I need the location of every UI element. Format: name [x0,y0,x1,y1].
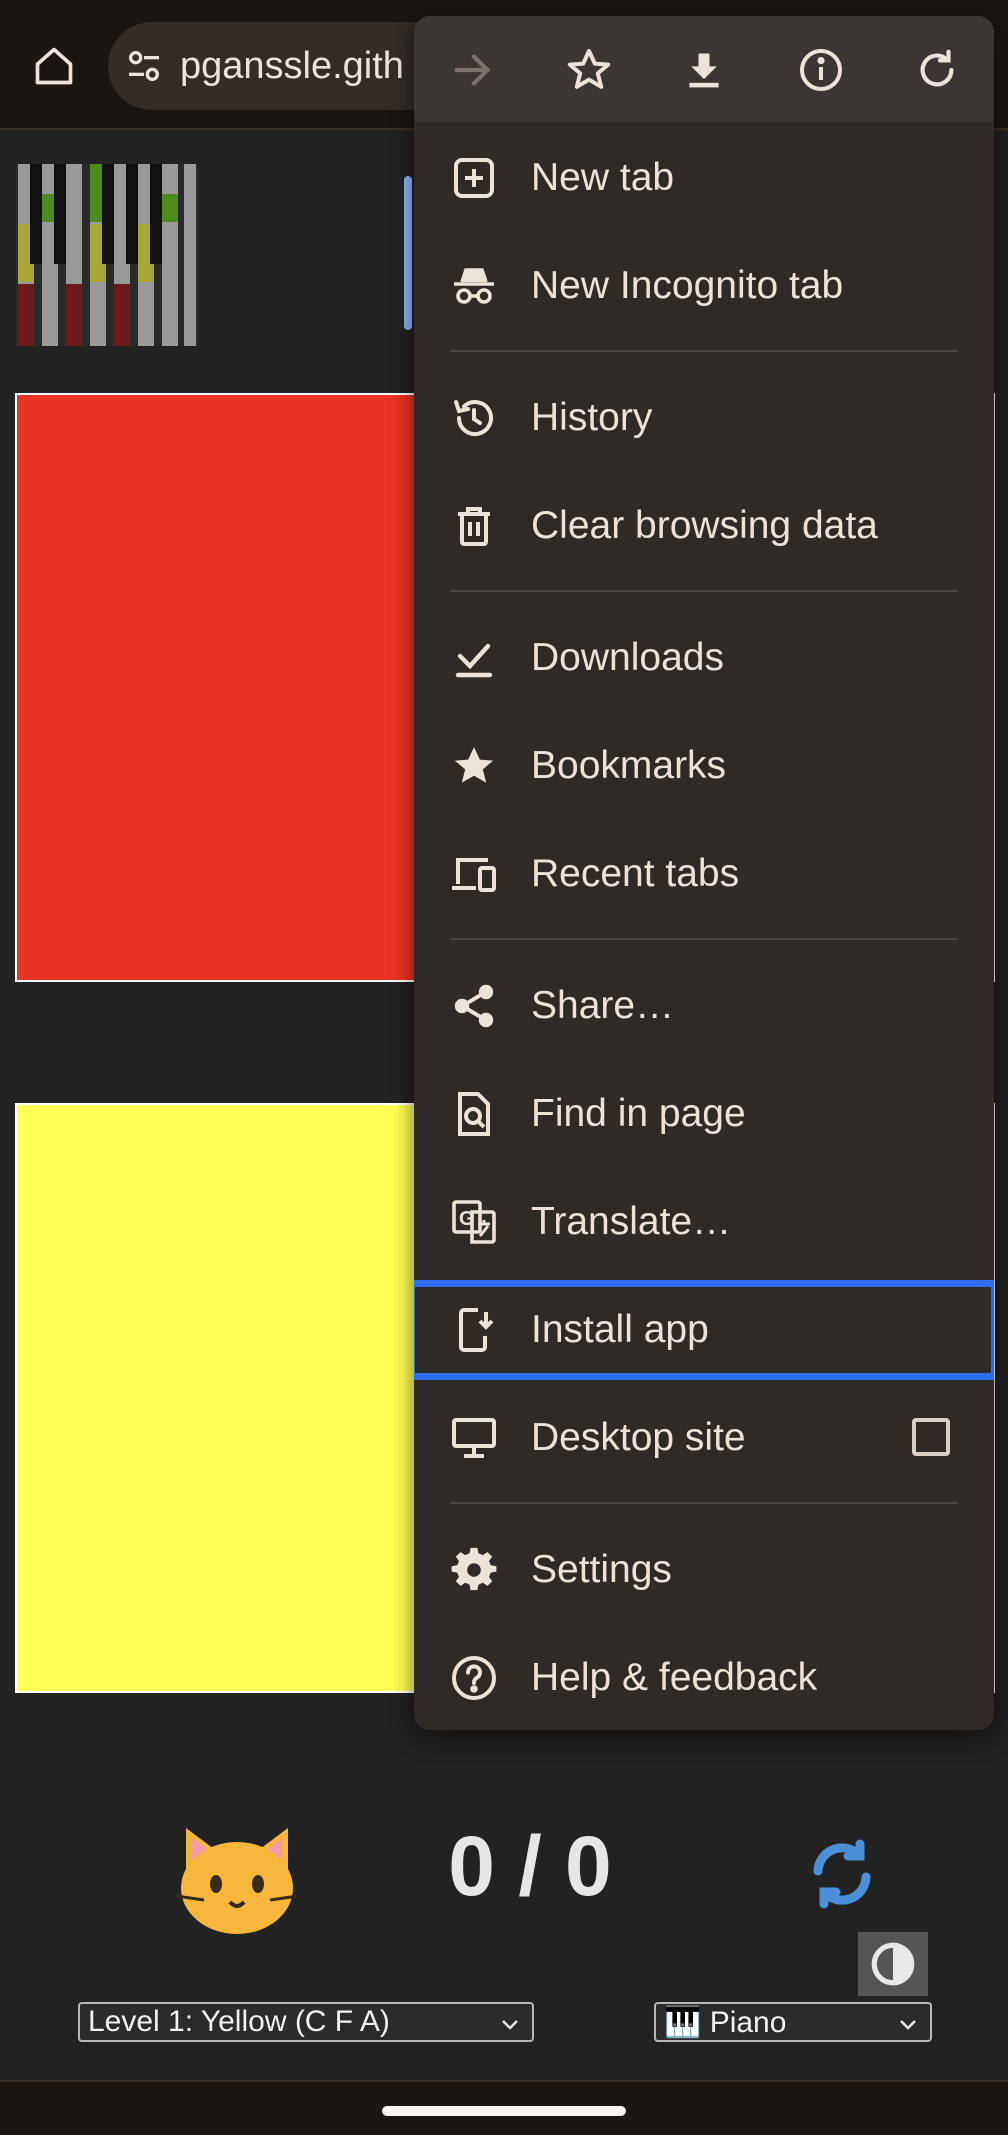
menu-item-settings[interactable]: Settings [414,1516,994,1624]
menu-item-new-tab[interactable]: New tab [414,124,994,232]
menu-action-row [414,16,994,122]
menu-item-label: Help & feedback [531,1656,818,1699]
menu-item-bookmarks[interactable]: Bookmarks [414,712,994,820]
menu-item-label: Translate… [531,1200,732,1243]
menu-item-new-incognito-tab[interactable]: New Incognito tab [414,232,994,340]
system-nav-bar [0,2080,1008,2135]
star-filled-icon [450,742,498,790]
menu-item-label: Downloads [531,636,724,679]
menu-item-recent-tabs[interactable]: Recent tabs [414,820,994,928]
menu-divider [450,350,958,352]
menu-item-label: Find in page [531,1092,746,1135]
menu-divider [450,938,958,940]
menu-item-label: Install app [531,1308,709,1351]
menu-item-label: Settings [531,1548,672,1591]
instrument-select-value: 🎹 Piano [664,2005,787,2039]
gesture-handle[interactable] [382,2106,626,2116]
install-mobile-icon [450,1306,498,1354]
info-icon[interactable] [791,40,851,100]
menu-item-share[interactable]: Share… [414,952,994,1060]
level-select[interactable]: Level 1: Yellow (C F A) [78,2002,534,2042]
menu-item-downloads[interactable]: Downloads [414,604,994,712]
refresh-icon[interactable] [806,1838,878,1910]
menu-item-history[interactable]: History [414,364,994,472]
cat-icon [172,1818,302,1938]
chevron-down-icon [498,2012,522,2036]
help-icon [450,1654,498,1702]
add-box-icon [450,154,498,202]
desktop-site-checkbox[interactable] [912,1418,950,1456]
download-icon[interactable] [674,40,734,100]
instrument-select[interactable]: 🎹 Piano [654,2002,932,2042]
home-icon[interactable] [22,36,86,96]
url-text: pganssle.gith [180,44,404,87]
menu-item-install-app[interactable]: Install app [414,1276,994,1384]
menu-item-help-feedback[interactable]: Help & feedback [414,1624,994,1730]
share-icon [450,982,498,1030]
menu-item-label: Bookmarks [531,744,727,787]
devices-icon [450,850,498,898]
menu-item-translate[interactable]: G Translate… [414,1168,994,1276]
chevron-down-icon [896,2012,920,2036]
menu-item-find-in-page[interactable]: Find in page [414,1060,994,1168]
menu-item-label: Recent tabs [531,852,740,895]
menu-item-clear-browsing-data[interactable]: Clear browsing data [414,472,994,580]
tune-icon[interactable] [124,46,164,86]
translate-icon: G [450,1198,498,1246]
menu-item-desktop-site[interactable]: Desktop site [414,1384,994,1492]
trash-icon [450,502,498,550]
desktop-icon [450,1414,498,1462]
forward-icon[interactable] [442,40,502,100]
score-display: 0 / 0 [448,1819,612,1913]
piano-logo [16,164,198,346]
menu-divider [450,590,958,592]
contrast-icon[interactable] [858,1932,928,1996]
level-select-value: Level 1: Yellow (C F A) [88,2005,390,2038]
menu-item-label: New Incognito tab [531,264,844,307]
browser-overflow-menu: New tab New Incognito tab History Clear … [414,16,994,1730]
menu-item-label: Clear browsing data [531,504,878,547]
menu-item-label: Share… [531,984,675,1027]
download-done-icon [450,634,498,682]
incognito-icon [450,262,498,310]
history-icon [450,394,498,442]
menu-item-label: Desktop site [531,1416,746,1459]
star-icon[interactable] [559,40,619,100]
refresh-icon[interactable] [907,40,967,100]
find-in-page-icon [450,1090,498,1138]
page-accent-bar [404,176,412,330]
menu-divider [450,1502,958,1504]
menu-item-label: History [531,396,653,439]
gear-icon [450,1546,498,1594]
menu-item-label: New tab [531,156,675,199]
